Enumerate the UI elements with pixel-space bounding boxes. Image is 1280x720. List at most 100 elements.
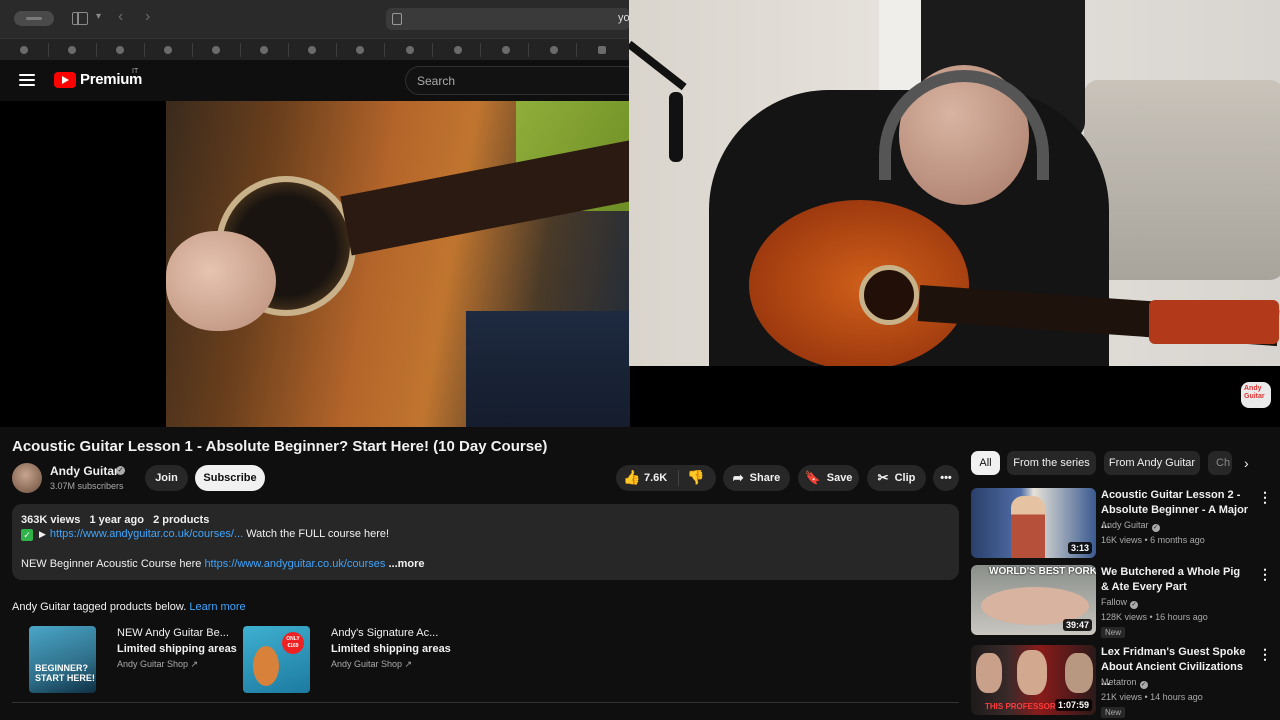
bookmark-icon[interactable] (550, 46, 558, 54)
product-shop-link[interactable]: Andy Guitar Shop ↗ (117, 659, 198, 670)
bookmark-icon[interactable] (406, 46, 414, 54)
duration-badge: 39:47 (1062, 619, 1092, 631)
chip-all[interactable]: All (971, 451, 1000, 475)
video-frame[interactable] (166, 101, 630, 427)
bookmark-icon[interactable] (598, 46, 606, 54)
bookmark-icon[interactable] (260, 46, 268, 54)
product-count[interactable]: 2 products (153, 514, 209, 526)
more-actions-button[interactable]: ••• (933, 465, 959, 491)
bookmark-icon[interactable] (308, 46, 316, 54)
hamburger-menu-icon[interactable] (19, 74, 35, 86)
share-button[interactable]: ➦ Share (723, 465, 790, 491)
bookmark-icon[interactable] (454, 46, 462, 54)
page-settings-icon[interactable] (392, 13, 402, 25)
recommendation-title[interactable]: We Butchered a Whole Pig & Ate Every Par… (1101, 565, 1251, 595)
bookmark-divider (528, 43, 529, 57)
recommendation-channel-name[interactable]: Metatron (1101, 677, 1137, 687)
like-divider (678, 470, 679, 486)
product-title[interactable]: NEW Andy Guitar Be... (117, 627, 229, 639)
products-heading-text: Andy Guitar tagged products below. (12, 601, 187, 613)
subscribe-button[interactable]: Subscribe (195, 465, 265, 491)
channel-avatar[interactable] (12, 463, 42, 493)
chip-from-channel[interactable]: From Andy Guitar (1104, 451, 1200, 475)
webcam-guitar-soundhole (859, 265, 919, 325)
bookmark-divider (480, 43, 481, 57)
upload-age: 1 year ago (89, 514, 144, 526)
bookmark-icon[interactable] (68, 46, 76, 54)
thumbnail-text: THIS PROFESSOR (985, 702, 1056, 711)
recommendation-thumbnail[interactable]: WORLD'S BEST PORK 39:47 (971, 565, 1096, 635)
product-shipping: Limited shipping areas (117, 643, 237, 655)
address-text[interactable]: yo (618, 12, 630, 24)
video-guitar-neck (340, 139, 630, 256)
save-label: Save (826, 472, 853, 484)
bookmark-divider (192, 43, 193, 57)
verified-icon: ✓ (1130, 601, 1139, 609)
recommendation-thumbnail[interactable]: 3:13 (971, 488, 1096, 558)
course-link[interactable]: https://www.andyguitar.co.uk/courses/... (50, 528, 243, 540)
thumbnail-face (976, 653, 1002, 693)
bookmark-divider (432, 43, 433, 57)
bookmark-divider (384, 43, 385, 57)
products-heading: Andy Guitar tagged products below. Learn… (12, 601, 246, 613)
product-thumbnail-text: BEGINNER? START HERE! (35, 663, 95, 683)
share-label: Share (749, 472, 781, 484)
join-button[interactable]: Join (145, 465, 188, 491)
learn-more-link[interactable]: Learn more (189, 601, 245, 613)
chevron-down-icon[interactable]: ▾ (96, 11, 101, 22)
like-icon[interactable]: 👍 (623, 469, 640, 486)
youtube-logo-icon[interactable] (54, 72, 76, 88)
chip-truncated[interactable]: Ch (1208, 451, 1232, 475)
bookmark-icon[interactable] (212, 46, 220, 54)
bookmark-icon[interactable] (164, 46, 172, 54)
verified-icon: ✓ (116, 466, 125, 475)
verified-icon: ✓ (1151, 524, 1160, 532)
product-title[interactable]: Andy's Signature Ac... (331, 627, 438, 639)
webcam-couch (1084, 80, 1280, 280)
bookmark-icon[interactable] (20, 46, 28, 54)
recommendation-channel[interactable]: Andy Guitar ✓ (1101, 520, 1160, 532)
more-link[interactable]: ...more (388, 558, 424, 570)
forward-arrow-icon[interactable]: › (145, 8, 150, 26)
verified-icon: ✓ (1139, 681, 1148, 689)
recommendation-channel-name[interactable]: Fallow (1101, 597, 1127, 607)
new-badge: New (1101, 627, 1126, 638)
kebab-menu-icon[interactable]: ⋮ (1258, 566, 1272, 583)
sidebar-toggle-icon[interactable] (72, 12, 88, 25)
webcam-guitar-headstock (1149, 300, 1279, 344)
description-line: NEW Beginner Acoustic Course here https:… (21, 558, 425, 570)
search-placeholder[interactable]: Search (417, 74, 455, 88)
back-arrow-icon[interactable]: ‹ (118, 8, 123, 26)
webcam-mic-arm (629, 40, 687, 91)
recommendation-channel[interactable]: Fallow ✓ (1101, 597, 1139, 609)
course-link[interactable]: https://www.andyguitar.co.uk/courses (204, 558, 385, 570)
bookmarks-bar (0, 38, 630, 60)
bookmark-icon[interactable] (116, 46, 124, 54)
save-button[interactable]: 🔖 Save (798, 465, 859, 491)
product-thumbnail[interactable]: BEGINNER? START HERE! (29, 626, 96, 693)
bookmark-icon[interactable] (356, 46, 364, 54)
dislike-icon[interactable]: 👎 (687, 469, 704, 486)
duration-badge: 1:07:59 (1054, 699, 1092, 711)
bookmark-divider (576, 43, 577, 57)
channel-name[interactable]: Andy Guitar (50, 464, 119, 478)
kebab-menu-icon[interactable]: ⋮ (1258, 489, 1272, 506)
product-thumbnail[interactable]: ONLY €169 (243, 626, 310, 693)
like-count[interactable]: 7.6K (644, 472, 667, 484)
chip-from-series[interactable]: From the series (1007, 451, 1096, 475)
window-pill-icon[interactable] (14, 11, 54, 26)
recommendation-thumbnail[interactable]: THIS PROFESSOR 1:07:59 (971, 645, 1096, 715)
description-text: Watch the FULL course here! (246, 528, 390, 540)
product-shop-link[interactable]: Andy Guitar Shop ↗ (331, 659, 412, 670)
recommendation-channel-name[interactable]: Andy Guitar (1101, 520, 1149, 530)
chevron-right-icon[interactable]: › (1244, 455, 1249, 471)
clip-button[interactable]: ✂ Clip (867, 465, 926, 491)
recommendation-channel[interactable]: Metatron ✓ (1101, 677, 1148, 689)
video-hand (166, 231, 276, 331)
kebab-menu-icon[interactable]: ⋮ (1258, 646, 1272, 663)
address-bar[interactable] (386, 8, 630, 30)
country-code: IT (132, 68, 139, 75)
bookmark-icon[interactable] (502, 46, 510, 54)
bookmark-icon: 🔖 (804, 470, 821, 485)
channel-watermark-text: Andy Guitar (1244, 385, 1265, 400)
